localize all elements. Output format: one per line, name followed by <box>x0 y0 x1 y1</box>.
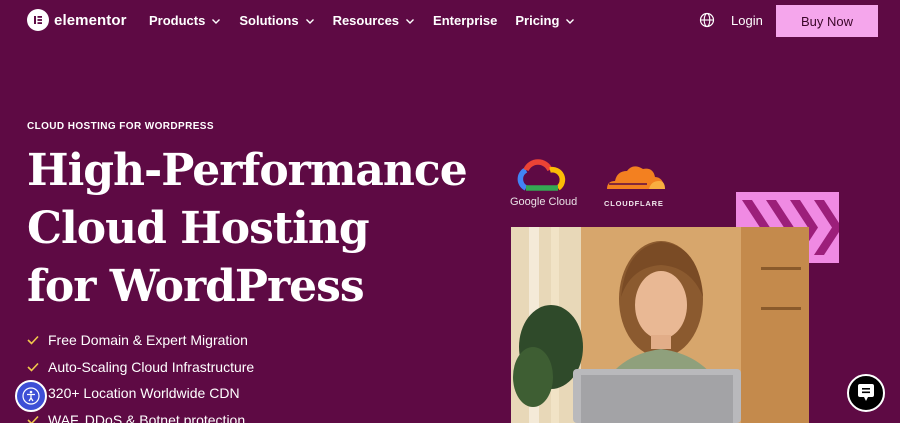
elementor-logo[interactable]: elementor <box>27 9 127 31</box>
feature-label: 320+ Location Worldwide CDN <box>48 385 240 402</box>
check-icon <box>27 415 39 423</box>
top-navigation: elementor Products Solutions Resources E… <box>0 0 900 42</box>
nav-item-label: Pricing <box>515 13 560 28</box>
hero-headline: High-Performance Cloud Hosting for WordP… <box>27 142 468 316</box>
chevron-down-icon <box>566 18 575 24</box>
login-link[interactable]: Login <box>731 13 763 28</box>
chevron-down-icon <box>406 18 415 24</box>
hero-eyebrow: CLOUD HOSTING FOR WORDPRESS <box>27 121 214 132</box>
nav-menu: Products Solutions Resources Enterprise … <box>149 13 593 28</box>
check-icon <box>27 362 39 372</box>
feature-list: Free Domain & Expert Migration Auto-Scal… <box>27 327 254 423</box>
accessibility-button[interactable] <box>15 380 47 412</box>
chat-icon <box>858 384 874 401</box>
cloudflare-logo-icon <box>607 166 665 189</box>
nav-item-products[interactable]: Products <box>149 13 221 28</box>
feature-label: Free Domain & Expert Migration <box>48 332 248 349</box>
nav-item-label: Products <box>149 13 206 28</box>
chat-button[interactable] <box>847 374 885 412</box>
cloudflare-label: CLOUDFLARE <box>604 199 664 208</box>
elementor-logo-icon <box>27 9 49 31</box>
nav-item-solutions[interactable]: Solutions <box>239 13 314 28</box>
buy-now-button[interactable]: Buy Now <box>776 5 878 37</box>
feature-item: WAF, DDoS & Botnet protection <box>27 407 254 423</box>
woman-with-laptop-image <box>511 227 809 423</box>
logo-text: elementor <box>54 11 127 29</box>
globe-icon[interactable] <box>699 12 715 28</box>
nav-item-label: Resources <box>332 13 400 28</box>
feature-item: Auto-Scaling Cloud Infrastructure <box>27 354 254 381</box>
chevron-down-icon <box>305 18 314 24</box>
nav-item-enterprise[interactable]: Enterprise <box>433 13 497 28</box>
headline-line: High-Performance <box>27 145 468 196</box>
nav-item-label: Solutions <box>239 13 299 28</box>
nav-item-pricing[interactable]: Pricing <box>515 13 575 28</box>
nav-item-label: Enterprise <box>433 13 498 28</box>
feature-label: Auto-Scaling Cloud Infrastructure <box>48 358 255 375</box>
google-cloud-logo-icon <box>517 159 566 191</box>
nav-item-resources[interactable]: Resources <box>333 13 415 28</box>
hero-photo <box>511 227 809 423</box>
google-cloud-label: Google Cloud <box>510 196 578 208</box>
check-icon <box>27 336 39 345</box>
feature-label: WAF, DDoS & Botnet protection <box>48 411 246 423</box>
feature-item: Free Domain & Expert Migration <box>27 327 254 354</box>
headline-line: for WordPress <box>27 261 365 312</box>
accessibility-icon <box>22 387 40 405</box>
headline-line: Cloud Hosting <box>27 203 370 254</box>
chevron-down-icon <box>212 18 221 24</box>
feature-item: 320+ Location Worldwide CDN <box>27 380 254 407</box>
